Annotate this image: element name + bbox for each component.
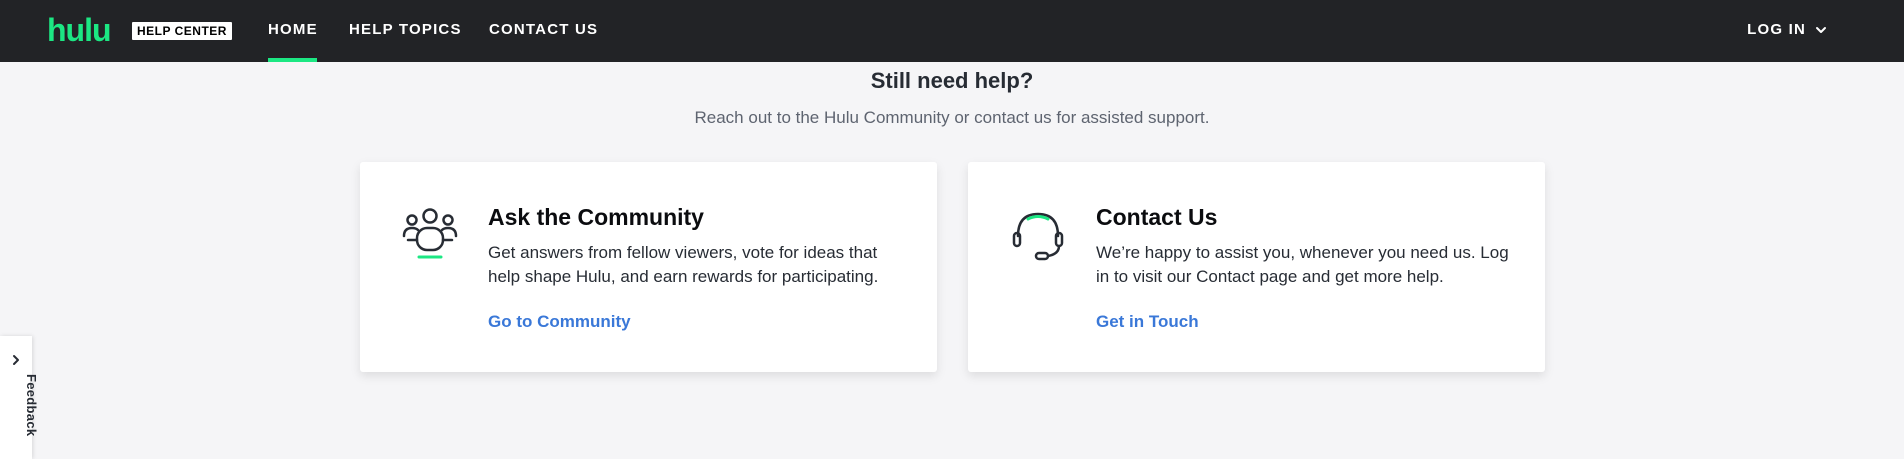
login-menu-button[interactable]: LOG IN: [1747, 21, 1828, 39]
card-title: Ask the Community: [488, 204, 704, 230]
feedback-tab[interactable]: Feedback: [0, 336, 39, 459]
nav-contact-us[interactable]: CONTACT US: [489, 21, 598, 39]
card-description: We’re happy to assist you, whenever you …: [1096, 243, 1509, 286]
section-title: Still need help?: [870, 68, 1034, 93]
feedback-label: Feedback: [24, 374, 39, 437]
help-center-badge: HELP CENTER: [132, 22, 232, 40]
nav-home[interactable]: HOME: [268, 21, 318, 39]
go-to-community-link[interactable]: Go to Community: [488, 311, 631, 333]
hulu-logo[interactable]: hulu: [47, 14, 112, 46]
active-nav-indicator: [268, 58, 317, 62]
community-icon: [402, 208, 458, 259]
community-card: Ask the Community Get answers from fello…: [360, 162, 937, 372]
chevron-down-icon: [1816, 27, 1826, 33]
card-title: Contact Us: [1096, 204, 1218, 230]
chevron-right-icon: [13, 355, 19, 365]
nav-help-topics[interactable]: HELP TOPICS: [349, 21, 462, 39]
card-description: Get answers from fellow viewers, vote fo…: [488, 243, 879, 286]
get-in-touch-link[interactable]: Get in Touch: [1096, 311, 1199, 333]
login-label: LOG IN: [1747, 21, 1806, 38]
headset-icon: [1012, 212, 1064, 261]
contact-card: Contact Us We’re happy to assist you, wh…: [968, 162, 1545, 372]
section-subtitle: Reach out to the Hulu Community or conta…: [694, 108, 1210, 127]
top-navigation-bar: hulu HELP CENTER HOME HELP TOPICS CONTAC…: [0, 0, 1904, 62]
